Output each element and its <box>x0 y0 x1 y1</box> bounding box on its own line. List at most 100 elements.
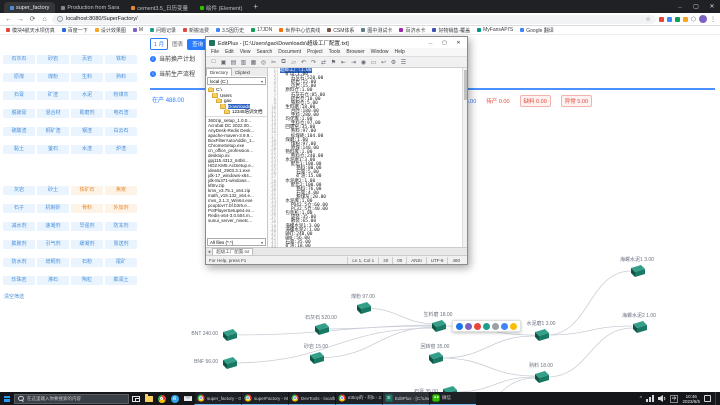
wrap-icon[interactable]: ↩ <box>379 58 388 67</box>
taskbar-window-button[interactable]: super_factory - Go... <box>194 392 241 405</box>
network-icon[interactable] <box>646 395 654 402</box>
start-button[interactable] <box>0 392 14 405</box>
scrollbar-thumb[interactable] <box>464 70 467 100</box>
bookmark-item[interactable]: 新搬运费 <box>183 27 209 34</box>
browser-tab[interactable]: 绘件 (Element) <box>194 2 248 13</box>
paste-icon[interactable]: ▱ <box>289 58 298 67</box>
taskbar-search-box[interactable]: 在这里输入你要搜索的内容 <box>14 394 129 404</box>
bookmark-item[interactable]: Google 翻译 <box>520 27 554 34</box>
forward-icon[interactable]: → <box>16 13 25 26</box>
extension-icon[interactable] <box>683 17 688 22</box>
flow-node[interactable]: 海螺水泥1 3.00 <box>628 264 646 278</box>
extension-icon[interactable] <box>675 17 680 22</box>
minimize-icon[interactable] <box>672 0 688 13</box>
taskbar-window-button[interactable]: e3toy的 - 阿b - 2... <box>335 392 382 405</box>
volume-icon[interactable] <box>658 395 666 402</box>
bookmark-item[interactable]: 百济水卡 <box>399 27 425 34</box>
quick-app-icon[interactable] <box>510 323 517 330</box>
task-view-icon[interactable] <box>129 392 142 405</box>
flow-node[interactable]: BNT 240.00 <box>220 328 238 342</box>
bookmark-item[interactable]: 设计效果图 <box>95 27 126 34</box>
chrome-icon[interactable] <box>155 392 168 405</box>
settings-icon[interactable]: ⚙ <box>389 58 398 67</box>
editor-area[interactable]: 1234567891011121314151617181920212223242… <box>268 68 467 247</box>
bookmark-item[interactable]: 百度一下 <box>62 27 88 34</box>
quick-app-icon[interactable] <box>474 323 481 330</box>
tree-folder-item[interactable]: 12345培训文档 <box>208 109 265 115</box>
quick-app-icon[interactable] <box>456 323 463 330</box>
new-icon[interactable]: □ <box>209 58 218 67</box>
file-explorer-icon[interactable] <box>142 392 155 405</box>
flow-node[interactable]: 砂岩 15.00 <box>307 351 325 365</box>
close-icon[interactable] <box>453 38 464 47</box>
close-icon[interactable] <box>704 0 720 13</box>
bookmark-item[interactable]: 3.5因历史 <box>216 27 244 34</box>
save-all-icon[interactable]: ▥ <box>239 58 248 67</box>
profile-avatar[interactable] <box>699 15 707 23</box>
edge-icon[interactable] <box>168 392 181 405</box>
refresh-icon[interactable]: ⟳ <box>28 13 37 26</box>
file-item[interactable]: sunui_server_msetc... <box>208 218 265 223</box>
menu-item[interactable]: Document <box>278 49 301 55</box>
bookmark-item[interactable]: 世界中心仿真线 <box>279 27 320 34</box>
editor-scrollbar[interactable] <box>462 68 467 247</box>
new-tab-button[interactable] <box>248 0 263 13</box>
menu-icon[interactable]: ☰ <box>399 58 408 67</box>
bookmark-item[interactable]: CSM体系 <box>327 27 354 34</box>
taskbar-window-button[interactable]: 微信 <box>429 392 476 405</box>
sidebar-tab[interactable]: Cliptext <box>232 68 253 76</box>
taskbar-clock[interactable]: 10:46 2023/6/5 <box>682 394 700 404</box>
menu-item[interactable]: View <box>240 49 251 55</box>
redo-icon[interactable]: ↷ <box>309 58 318 67</box>
sidebar-tab[interactable]: Directory <box>206 68 232 76</box>
menu-item[interactable]: File <box>211 49 219 55</box>
bookmark-item[interactable]: 17JDN <box>251 27 272 33</box>
menu-item[interactable]: Help <box>394 49 404 55</box>
cut-icon[interactable]: ✂ <box>269 58 278 67</box>
taskbar-window-button[interactable]: superFactory - M... <box>241 392 288 405</box>
flow-node[interactable]: 熟料 18.00 <box>532 370 550 384</box>
hidden-icons-chevron[interactable] <box>640 396 642 402</box>
open-icon[interactable]: ▣ <box>219 58 228 67</box>
flow-node[interactable]: BNF 56.00 <box>220 356 238 370</box>
editplus-title-bar[interactable]: EditPlus - [C:\Users\gao\Downloads\超级工厂配… <box>206 37 467 48</box>
quick-app-icon[interactable] <box>492 323 499 330</box>
bookmark-icon[interactable]: ⚑ <box>329 58 338 67</box>
undo-icon[interactable]: ↶ <box>299 58 308 67</box>
bookmark-item[interactable]: 模块4航天水坝仿真 <box>6 27 55 34</box>
drive-select[interactable]: local (C:) <box>207 77 266 85</box>
bookmark-item[interactable]: 图中测试卡 <box>361 27 392 34</box>
ime-indicator[interactable]: 中 <box>670 395 679 403</box>
browser-icon[interactable]: ◉ <box>359 58 368 67</box>
save-icon[interactable]: ▤ <box>229 58 238 67</box>
file-filter-select[interactable]: All files (*.*) <box>207 238 266 246</box>
menu-item[interactable]: Browser <box>346 49 364 55</box>
flow-node[interactable]: 生料磨 18.00 <box>429 319 447 333</box>
browser-tab[interactable]: cement3.5_日历变量 <box>125 2 194 13</box>
menu-item[interactable]: Tools <box>329 49 341 55</box>
maximize-icon[interactable] <box>688 0 704 13</box>
address-bar[interactable]: localhost:8080/SuperFactory/ <box>52 15 656 24</box>
menu-item[interactable]: Edit <box>225 49 234 55</box>
code-text[interactable]: 超级工厂:1.00 矿山:1.00 石灰石:520.00 砂岩:15.00 页岩… <box>278 68 462 247</box>
taskbar-window-button[interactable]: DevTools - localh... <box>288 392 335 405</box>
minimize-icon[interactable] <box>425 38 436 47</box>
replace-icon[interactable]: ⇄ <box>319 58 328 67</box>
menu-item[interactable]: Window <box>371 49 389 55</box>
flow-node[interactable]: 水泥磨1 3.00 <box>532 328 550 342</box>
show-desktop-button[interactable] <box>715 392 717 405</box>
extensions-puzzle-icon[interactable] <box>691 16 696 23</box>
maximize-icon[interactable] <box>439 38 450 47</box>
notification-center-icon[interactable] <box>704 395 711 402</box>
flow-node[interactable]: 石灰石 520.00 <box>312 322 330 336</box>
back-icon[interactable]: ← <box>4 13 13 26</box>
print-icon[interactable]: ▦ <box>249 58 258 67</box>
quick-app-icon[interactable] <box>483 323 490 330</box>
bookmark-star-icon[interactable] <box>645 16 650 23</box>
browser-tab[interactable]: Production from Sara <box>55 2 125 13</box>
flow-node[interactable]: 回转窑 35.00 <box>426 351 444 365</box>
flow-node[interactable]: 海螺水泥2 1.00 <box>630 320 648 334</box>
browser-tab[interactable]: super_factory <box>4 2 55 13</box>
find-icon[interactable]: ◎ <box>259 58 268 67</box>
bookmark-item[interactable]: MyFansAPI'S <box>477 27 513 33</box>
